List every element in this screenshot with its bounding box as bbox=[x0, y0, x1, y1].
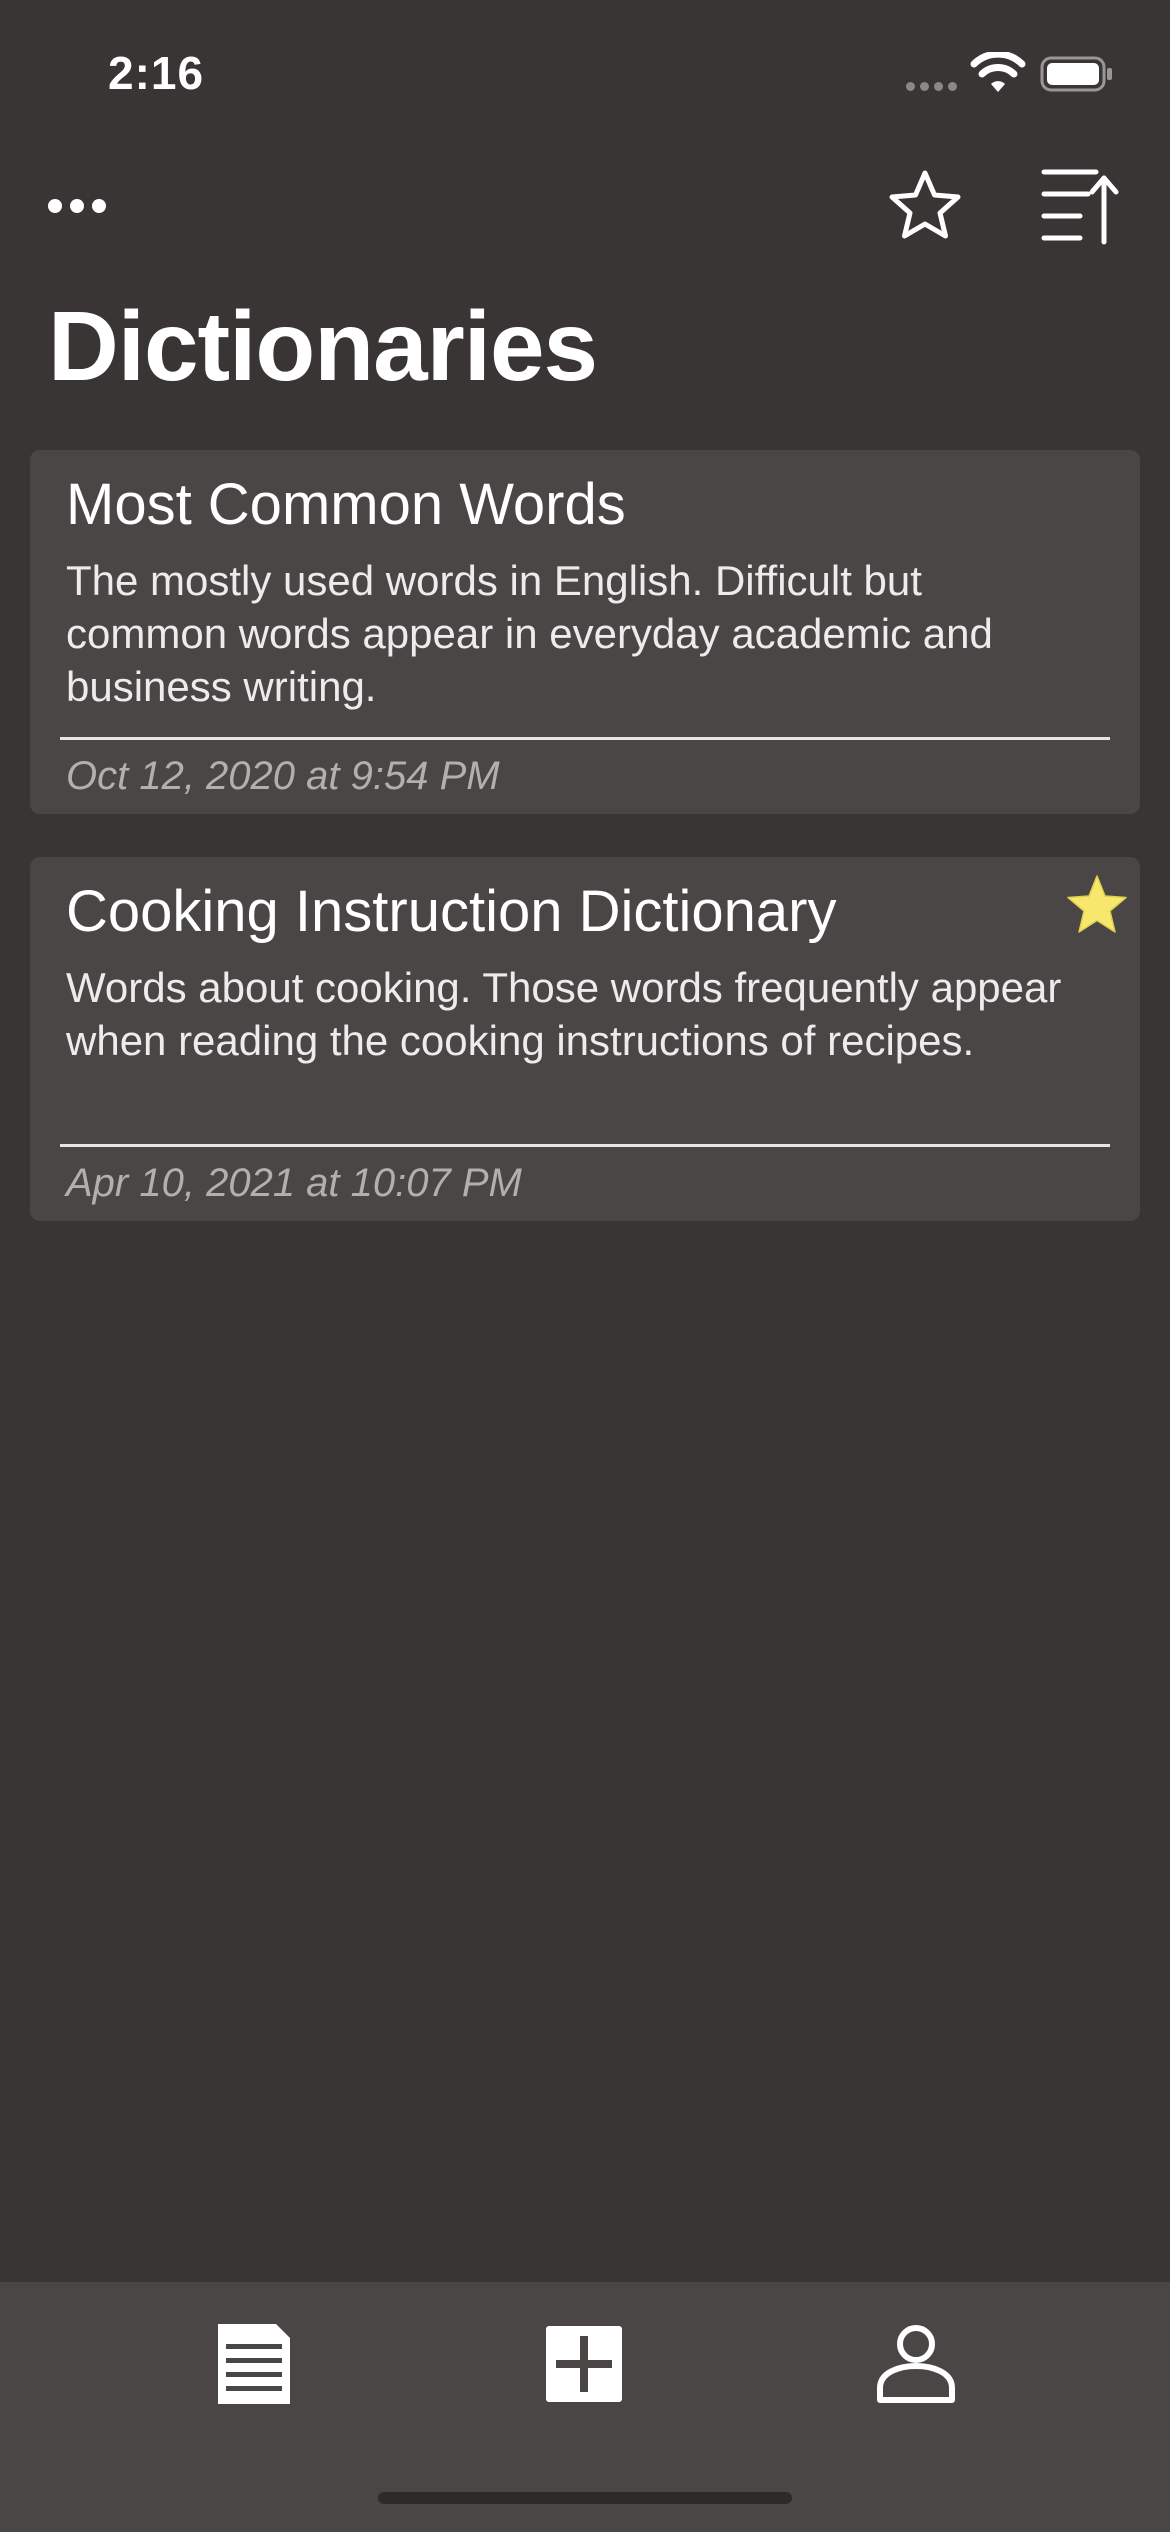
more-button[interactable] bbox=[44, 178, 110, 234]
wifi-icon bbox=[970, 52, 1026, 92]
tab-add[interactable] bbox=[534, 2314, 634, 2414]
cellular-signal-icon bbox=[906, 82, 960, 92]
dictionary-date: Apr 10, 2021 at 10:07 PM bbox=[66, 1161, 522, 1205]
document-list-icon bbox=[218, 2324, 290, 2404]
card-divider bbox=[60, 1144, 1110, 1147]
dictionary-card[interactable]: Most Common Words The mostly used words … bbox=[30, 450, 1140, 814]
tab-profile[interactable] bbox=[866, 2314, 966, 2414]
dictionary-date: Oct 12, 2020 at 9:54 PM bbox=[66, 754, 500, 798]
dictionary-card[interactable]: Cooking Instruction Dictionary Words abo… bbox=[30, 857, 1140, 1221]
dictionary-description: Words about cooking. Those words frequen… bbox=[66, 964, 1062, 1064]
favorite-star-icon[interactable] bbox=[1066, 873, 1128, 935]
tab-dictionaries[interactable] bbox=[204, 2314, 304, 2414]
favorites-filter-button[interactable] bbox=[888, 168, 962, 242]
home-indicator bbox=[378, 2492, 792, 2504]
battery-icon bbox=[1040, 56, 1112, 92]
dictionary-description: The mostly used words in English. Diffic… bbox=[66, 557, 993, 710]
ellipsis-icon bbox=[48, 199, 106, 213]
add-square-icon bbox=[546, 2326, 622, 2402]
star-outline-icon bbox=[889, 170, 961, 239]
status-time: 2:16 bbox=[108, 47, 205, 99]
dictionary-title: Most Common Words bbox=[66, 472, 626, 537]
status-bar: 2:16 bbox=[0, 0, 1170, 150]
sort-button[interactable] bbox=[1040, 164, 1120, 246]
card-divider bbox=[60, 737, 1110, 740]
page-title: Dictionaries bbox=[48, 291, 598, 401]
sort-icon bbox=[1041, 169, 1119, 245]
person-icon bbox=[877, 2325, 955, 2403]
dictionary-title: Cooking Instruction Dictionary bbox=[66, 879, 837, 944]
